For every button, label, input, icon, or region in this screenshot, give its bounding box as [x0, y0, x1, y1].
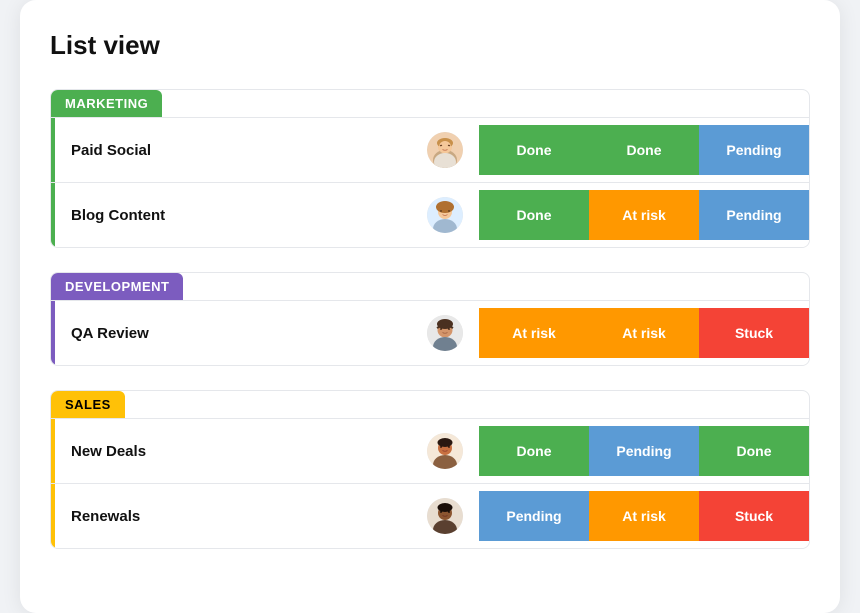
- row-label: Paid Social: [51, 118, 479, 182]
- row-label: Blog Content: [51, 183, 479, 247]
- row-name: Blog Content: [71, 207, 165, 224]
- status-badge[interactable]: Pending: [699, 125, 809, 175]
- row-name: New Deals: [71, 443, 146, 460]
- status-badge[interactable]: Done: [479, 190, 589, 240]
- group-sales: SALESNew Deals DonePendingDoneRenewals P…: [50, 390, 810, 549]
- table-row[interactable]: QA Review At riskAt riskStuck: [51, 300, 809, 365]
- row-label: New Deals: [51, 419, 479, 483]
- row-name: QA Review: [71, 325, 149, 342]
- row-name: Paid Social: [71, 142, 151, 159]
- table-row[interactable]: Blog Content DoneAt riskPending: [51, 182, 809, 247]
- row-name: Renewals: [71, 508, 140, 525]
- status-badge[interactable]: Done: [479, 125, 589, 175]
- status-cells: DoneDonePending: [479, 125, 809, 175]
- status-badge[interactable]: Done: [589, 125, 699, 175]
- group-marketing: MARKETINGPaid Social DoneDonePendingBlog…: [50, 89, 810, 248]
- status-badge[interactable]: At risk: [589, 190, 699, 240]
- group-header-wrap-marketing: MARKETING: [51, 90, 809, 117]
- page-title: List view: [50, 30, 810, 61]
- status-badge[interactable]: Pending: [479, 491, 589, 541]
- status-badge[interactable]: Pending: [699, 190, 809, 240]
- group-header-wrap-development: DEVELOPMENT: [51, 273, 809, 300]
- status-badge[interactable]: At risk: [479, 308, 589, 358]
- status-cells: PendingAt riskStuck: [479, 491, 809, 541]
- row-label: QA Review: [51, 301, 479, 365]
- avatar: [427, 315, 463, 351]
- group-header-development: DEVELOPMENT: [51, 273, 183, 300]
- status-badge[interactable]: At risk: [589, 491, 699, 541]
- status-badge[interactable]: At risk: [589, 308, 699, 358]
- avatar: [427, 132, 463, 168]
- row-label: Renewals: [51, 484, 479, 548]
- group-header-wrap-sales: SALES: [51, 391, 809, 418]
- status-cells: At riskAt riskStuck: [479, 308, 809, 358]
- status-badge[interactable]: Stuck: [699, 308, 809, 358]
- status-badge[interactable]: Pending: [589, 426, 699, 476]
- avatar: [427, 197, 463, 233]
- status-cells: DonePendingDone: [479, 426, 809, 476]
- avatar: [427, 498, 463, 534]
- status-badge[interactable]: Stuck: [699, 491, 809, 541]
- avatar: [427, 433, 463, 469]
- group-header-marketing: MARKETING: [51, 90, 162, 117]
- status-badge[interactable]: Done: [479, 426, 589, 476]
- table-row[interactable]: Renewals PendingAt riskStuck: [51, 483, 809, 548]
- status-cells: DoneAt riskPending: [479, 190, 809, 240]
- table-row[interactable]: New Deals DonePendingDone: [51, 418, 809, 483]
- group-development: DEVELOPMENTQA Review At riskAt riskStuck: [50, 272, 810, 366]
- group-header-sales: SALES: [51, 391, 125, 418]
- status-badge[interactable]: Done: [699, 426, 809, 476]
- groups-container: MARKETINGPaid Social DoneDonePendingBlog…: [50, 89, 810, 549]
- main-card: List view MARKETINGPaid Social DoneDoneP…: [20, 0, 840, 613]
- table-row[interactable]: Paid Social DoneDonePending: [51, 117, 809, 182]
